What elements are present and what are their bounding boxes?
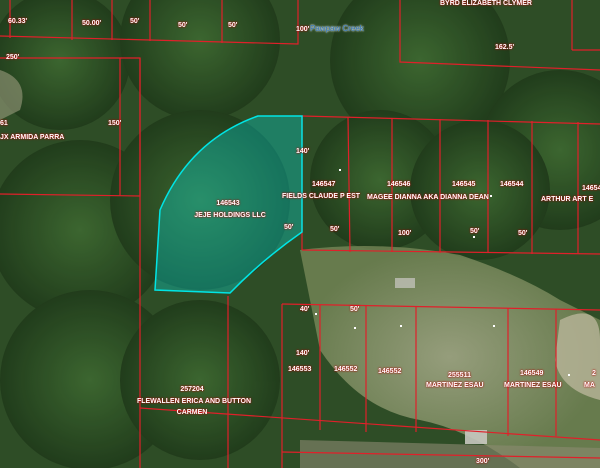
dim-label: 300': [476, 458, 490, 465]
parcel-id: 146552: [378, 368, 402, 375]
parcel-map[interactable]: Pawpaw Creek 60.33' 50.00' 50' 50' 50' 1…: [0, 0, 600, 468]
dim-label: 140': [296, 148, 310, 155]
parcel-id: 257204: [180, 386, 204, 393]
parcel-id: 146547: [312, 181, 336, 188]
dim-label: 100': [398, 230, 412, 237]
dim-label: 50': [228, 22, 238, 29]
dim-label: 162.5': [495, 44, 515, 51]
parcel-owner: MAGEE DIANNA AKA DIANNA DEAN: [367, 194, 489, 201]
subject-parcel-id: 146543: [216, 200, 240, 207]
parcel-id: 146546: [387, 181, 411, 188]
dim-label: 50': [330, 226, 340, 233]
dim-label: 50': [130, 18, 140, 25]
parcel-id: 146544: [500, 181, 524, 188]
dim-label: 100': [296, 26, 310, 33]
parcel-owner: MARTINEZ ESAU: [504, 382, 562, 389]
parcel-owner: JX ARMIDA PARRA: [0, 134, 65, 141]
dim-label: 50': [284, 224, 294, 231]
dim-label: 50': [470, 228, 480, 235]
parcel-id: 61: [0, 120, 8, 127]
dim-label: 150': [108, 120, 122, 127]
building: [395, 278, 415, 288]
subject-parcel-owner: JEJE HOLDINGS LLC: [194, 212, 266, 219]
parcel-owner: MA: [584, 382, 595, 389]
dim-label: 140': [296, 350, 310, 357]
parcel-owner: CARMEN: [176, 409, 208, 416]
parcel-owner: FLEWALLEN ERICA AND BUTTON: [136, 398, 252, 405]
parcel-id: 146545: [452, 181, 476, 188]
parcel-owner: FIELDS CLAUDE P EST: [282, 193, 361, 200]
dim-label: 50': [518, 230, 528, 237]
parcel-id: 146553: [288, 366, 312, 373]
dim-label: 60.33': [8, 18, 28, 25]
dim-label: 50': [178, 22, 188, 29]
parcel-owner: BYRD ELIZABETH CLYMER: [440, 0, 532, 7]
parcel-id: 14654: [582, 185, 600, 192]
parcel-id: 146549: [520, 370, 544, 377]
dim-label: 250': [6, 54, 20, 61]
map-canvas: [0, 0, 600, 468]
parcel-owner: ARTHUR ART E: [541, 196, 594, 203]
parcel-id: 2: [592, 370, 596, 377]
dim-label: 40': [300, 306, 310, 313]
dim-label: 50.00': [82, 20, 102, 27]
dim-label: 50': [350, 306, 360, 313]
parcel-id: 255511: [448, 372, 471, 379]
parcel-id: 146552: [334, 366, 358, 373]
parcel-owner: MARTINEZ ESAU: [426, 382, 484, 389]
creek-label: Pawpaw Creek: [310, 24, 364, 33]
